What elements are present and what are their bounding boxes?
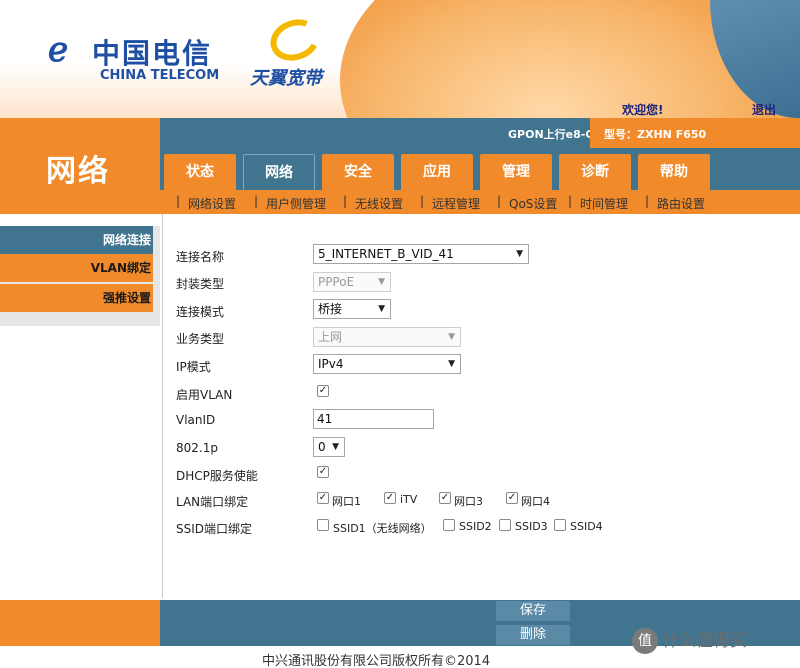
status-bar: GPON上行e8-C 型号：ZXHN F650	[160, 118, 800, 148]
subnav-separator: |	[420, 194, 425, 208]
tab-diagnosis[interactable]: 诊断	[559, 154, 631, 190]
lan-port-1-checkbox[interactable]: ✓	[317, 492, 329, 504]
left-menu-network-connection[interactable]: 网络连接	[0, 226, 153, 254]
service-type-select: 上网 ▼	[313, 327, 461, 347]
china-telecom-logo: ℯ 中国电信 CHINA TELECOM	[48, 28, 228, 88]
tab-management[interactable]: 管理	[480, 154, 552, 190]
service-type-value: 上网	[318, 330, 343, 344]
service-type-label: 业务类型	[176, 332, 225, 346]
connection-mode-label: 连接模式	[176, 305, 225, 319]
lan-binding-label: LAN端口绑定	[176, 495, 249, 509]
ip-mode-value: IPv4	[318, 357, 344, 371]
connection-name-select[interactable]: 5_INTERNET_B_VID_41 ▼	[313, 244, 529, 264]
dropdown-arrow-icon: ▼	[378, 277, 385, 287]
subnav-routing[interactable]: 路由设置	[657, 195, 705, 212]
subnav-wireless[interactable]: 无线设置	[355, 195, 403, 212]
main-tabs: 状态 网络 安全 应用 管理 诊断 帮助	[160, 148, 800, 190]
tab-help[interactable]: 帮助	[638, 154, 710, 190]
lan-port-1-label: 网口1	[332, 495, 361, 508]
watermark-logo-icon: 值	[632, 628, 658, 654]
connection-name-label: 连接名称	[176, 250, 225, 264]
ssid-4-label: SSID4	[570, 520, 603, 533]
brand-name-en: CHINA TELECOM	[100, 68, 220, 83]
model-label: 型号：ZXHN F650	[604, 128, 707, 141]
ssid-1-checkbox[interactable]	[317, 519, 329, 531]
subnav-user-side[interactable]: 用户侧管理	[266, 195, 326, 212]
ssid-1-label: SSID1（无线网络）	[333, 522, 432, 535]
priority-8021p-select[interactable]: 0 ▼	[313, 437, 345, 457]
connection-mode-value: 桥接	[318, 302, 343, 316]
tianyi-sun-icon	[264, 12, 326, 68]
left-menu-push-settings[interactable]: 强推设置	[0, 284, 153, 312]
dropdown-arrow-icon: ▼	[448, 359, 455, 369]
dropdown-arrow-icon: ▼	[516, 249, 523, 259]
ssid-2-checkbox[interactable]	[443, 519, 455, 531]
tab-security[interactable]: 安全	[322, 154, 394, 190]
ssid-3-label: SSID3	[515, 520, 548, 533]
tab-network[interactable]: 网络	[243, 154, 315, 190]
sub-navigation: | 网络设置 | 用户侧管理 | 无线设置 | 远程管理 | QoS设置 | 时…	[160, 190, 800, 214]
ssid-3-checkbox[interactable]	[499, 519, 511, 531]
ssid-4-checkbox[interactable]	[554, 519, 566, 531]
lan-port-4-label: 网口4	[521, 495, 550, 508]
copyright-text: 中兴通讯股份有限公司版权所有©2014	[262, 654, 491, 668]
left-menu-vlan-binding[interactable]: VLAN绑定	[0, 254, 153, 282]
ssid-binding-label: SSID端口绑定	[176, 522, 253, 536]
vlanid-input[interactable]	[313, 409, 434, 429]
lan-port-itv-checkbox[interactable]: ✓	[384, 492, 396, 504]
lan-port-4-checkbox[interactable]: ✓	[506, 492, 518, 504]
vlan-enable-label: 启用VLAN	[176, 388, 233, 402]
lan-port-itv-label: iTV	[400, 493, 418, 506]
tab-application[interactable]: 应用	[401, 154, 473, 190]
left-menu: 网络连接 VLAN绑定 强推设置	[0, 214, 160, 600]
lan-port-3-label: 网口3	[454, 495, 483, 508]
priority-8021p-label: 802.1p	[176, 441, 218, 455]
tianyi-broadband-logo: 天翼宽带	[248, 12, 348, 90]
china-telecom-logo-icon: ℯ	[48, 30, 69, 70]
vlanid-label: VlanID	[176, 413, 216, 427]
connection-name-value: 5_INTERNET_B_VID_41	[318, 247, 454, 261]
section-title: 网络	[46, 154, 110, 189]
subnav-remote[interactable]: 远程管理	[432, 195, 480, 212]
ssid-2-label: SSID2	[459, 520, 492, 533]
gpon-status: GPON上行e8-C	[508, 128, 594, 141]
dropdown-arrow-icon: ▼	[448, 332, 455, 342]
bottom-left-panel	[0, 600, 160, 646]
brand-name-cn: 中国电信	[92, 37, 213, 70]
logout-link[interactable]: 退出	[752, 101, 776, 118]
subnav-separator: |	[568, 194, 573, 208]
watermark-text: 什么值得买	[662, 631, 747, 651]
watermark: 值什么值得买	[632, 626, 747, 654]
subnav-separator: |	[497, 194, 502, 208]
dhcp-enable-checkbox[interactable]: ✓	[317, 466, 329, 478]
subnav-separator: |	[176, 194, 181, 208]
lan-port-3-checkbox[interactable]: ✓	[439, 492, 451, 504]
dropdown-arrow-icon: ▼	[378, 304, 385, 314]
connection-mode-select[interactable]: 桥接 ▼	[313, 299, 391, 319]
subnav-time[interactable]: 时间管理	[580, 195, 628, 212]
tab-status[interactable]: 状态	[164, 154, 236, 190]
dropdown-arrow-icon: ▼	[332, 442, 339, 452]
model-box: 型号：ZXHN F650	[590, 118, 800, 148]
connection-form: 连接名称 5_INTERNET_B_VID_41 ▼ 封装类型 PPPoE ▼ …	[162, 214, 800, 598]
encap-type-label: 封装类型	[176, 277, 225, 291]
section-panel: 网络	[0, 118, 160, 214]
subnav-qos[interactable]: QoS设置	[509, 195, 557, 212]
subnav-network-settings[interactable]: 网络设置	[188, 195, 236, 212]
dhcp-enable-label: DHCP服务使能	[176, 469, 258, 483]
welcome-text: 欢迎您!	[622, 103, 664, 117]
header-banner: ℯ 中国电信 CHINA TELECOM 天翼宽带 欢迎您! 退出	[0, 0, 800, 118]
vlan-enable-checkbox[interactable]: ✓	[317, 385, 329, 397]
delete-button[interactable]: 删除	[496, 625, 570, 645]
ip-mode-label: IP模式	[176, 360, 211, 374]
priority-8021p-value: 0	[318, 440, 326, 454]
encap-type-value: PPPoE	[318, 275, 355, 289]
ip-mode-select[interactable]: IPv4 ▼	[313, 354, 461, 374]
subnav-separator: |	[645, 194, 650, 208]
encap-type-select: PPPoE ▼	[313, 272, 391, 292]
subnav-separator: |	[254, 194, 259, 208]
save-button[interactable]: 保存	[496, 601, 570, 621]
subnav-separator: |	[343, 194, 348, 208]
sub-brand-name: 天翼宽带	[250, 68, 322, 89]
